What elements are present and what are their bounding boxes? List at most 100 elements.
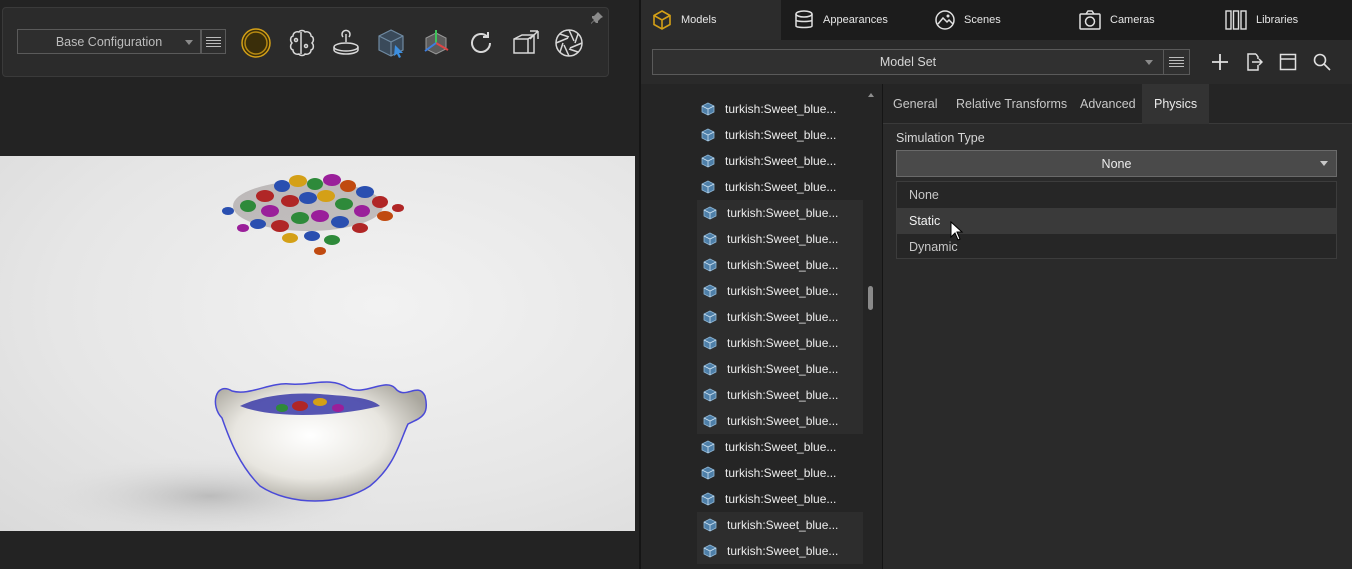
tab-label: Scenes (964, 14, 1001, 26)
chevron-down-icon (1320, 161, 1328, 166)
render-viewport[interactable] (0, 156, 635, 531)
tree-item-label: turkish:Sweet_blue... (725, 466, 837, 480)
tab-general[interactable]: General (893, 84, 937, 124)
tab-relative-transforms[interactable]: Relative Transforms (956, 84, 1067, 124)
tree-item-label: turkish:Sweet_blue... (727, 362, 839, 376)
tree-item[interactable]: turkish:Sweet_blue... (697, 122, 863, 148)
configuration-select-value: Base Configuration (55, 34, 163, 49)
rendered-scene (40, 174, 427, 531)
search-icon[interactable] (1312, 52, 1332, 72)
export-icon[interactable] (1244, 52, 1264, 72)
neural-render-icon[interactable] (284, 26, 318, 60)
mesh-node-icon (703, 388, 717, 402)
tree-item[interactable]: turkish:Sweet_blue... (697, 304, 863, 330)
tree-scrollbar-thumb[interactable] (868, 286, 873, 310)
tree-item-label: turkish:Sweet_blue... (725, 128, 837, 142)
tree-item-label: turkish:Sweet_blue... (727, 544, 839, 558)
tree-item[interactable]: turkish:Sweet_blue... (697, 226, 863, 252)
model-set-select-value: Model Set (879, 55, 937, 69)
tree-item[interactable]: turkish:Sweet_blue... (697, 330, 863, 356)
tree-item-label: turkish:Sweet_blue... (725, 440, 837, 454)
tree-item[interactable]: turkish:Sweet_blue... (697, 382, 863, 408)
tree-item-label: turkish:Sweet_blue... (725, 180, 837, 194)
simulation-type-select[interactable]: None (896, 150, 1337, 177)
tree-item-label: turkish:Sweet_blue... (727, 518, 839, 532)
tree-item[interactable]: turkish:Sweet_blue... (697, 148, 863, 174)
chevron-down-icon (1145, 60, 1153, 65)
tab-models[interactable]: Models (641, 0, 781, 40)
model-set-select[interactable]: Model Set (652, 49, 1164, 75)
tab-advanced[interactable]: Advanced (1080, 84, 1136, 124)
tab-label: Models (681, 14, 717, 26)
mesh-node-icon (701, 128, 715, 142)
tab-appearances[interactable]: Appearances (781, 0, 922, 40)
tree-item-label: turkish:Sweet_blue... (727, 232, 839, 246)
layout-icon[interactable] (1278, 52, 1298, 72)
tab-scenes[interactable]: Scenes (922, 0, 1064, 40)
tree-item[interactable]: turkish:Sweet_blue... (697, 174, 863, 200)
turntable-icon[interactable] (329, 26, 363, 60)
mesh-node-icon (703, 544, 717, 558)
tree-item-label: turkish:Sweet_blue... (727, 388, 839, 402)
mesh-node-icon (701, 440, 715, 454)
tab-label: General (893, 97, 938, 111)
camera-aperture-icon[interactable] (552, 26, 586, 60)
image-icon (935, 10, 955, 30)
configuration-select[interactable]: Base Configuration (17, 29, 201, 54)
simulation-type-value: None (1101, 156, 1132, 171)
tab-label: Advanced (1080, 97, 1136, 111)
tab-label: Physics (1154, 97, 1198, 111)
tree-item-label: turkish:Sweet_blue... (725, 154, 837, 168)
mesh-node-icon (701, 466, 715, 480)
tree-item[interactable]: turkish:Sweet_blue... (697, 486, 863, 512)
tree-item[interactable]: turkish:Sweet_blue... (697, 538, 863, 564)
model-set-menu-button[interactable] (1163, 49, 1190, 75)
mesh-node-icon (703, 206, 717, 220)
tree-item[interactable]: turkish:Sweet_blue... (697, 460, 863, 486)
tree-item-label: turkish:Sweet_blue... (725, 102, 837, 116)
mesh-node-icon (703, 232, 717, 246)
tree-item[interactable]: turkish:Sweet_blue... (697, 96, 863, 122)
tab-label: Appearances (823, 14, 888, 26)
mesh-node-icon (703, 258, 717, 272)
render-toolbar: Base Configuration (2, 7, 609, 77)
configuration-menu-button[interactable] (201, 29, 226, 54)
tree-item[interactable]: turkish:Sweet_blue... (697, 278, 863, 304)
tab-label: Cameras (1110, 14, 1155, 26)
option-none[interactable]: None (897, 182, 1336, 208)
properties-tab-bar: General Relative Transforms Advanced Phy… (883, 84, 1352, 124)
model-tree: turkish:Sweet_blue... turkish:Sweet_blue.… (641, 84, 882, 569)
scroll-up-arrow-icon[interactable] (868, 93, 874, 97)
mesh-node-icon (701, 180, 715, 194)
tree-item[interactable]: turkish:Sweet_blue... (697, 252, 863, 278)
pivot-cube-icon[interactable] (509, 26, 543, 60)
tree-item-label: turkish:Sweet_blue... (727, 206, 839, 220)
mesh-node-icon (703, 284, 717, 298)
tab-physics[interactable]: Physics (1142, 84, 1210, 124)
mesh-node-icon (701, 154, 715, 168)
simulation-type-label: Simulation Type (896, 131, 985, 145)
tree-item[interactable]: turkish:Sweet_blue... (697, 200, 863, 226)
refresh-icon[interactable] (464, 26, 498, 60)
mesh-node-icon (701, 492, 715, 506)
tree-item[interactable]: turkish:Sweet_blue... (697, 434, 863, 460)
mesh-node-icon (703, 414, 717, 428)
mesh-node-icon (703, 310, 717, 324)
tab-cameras[interactable]: Cameras (1064, 0, 1206, 40)
tree-item[interactable]: turkish:Sweet_blue... (697, 408, 863, 434)
tab-label: Libraries (1256, 14, 1299, 26)
mouse-cursor-icon (950, 221, 964, 241)
pin-icon[interactable] (590, 11, 604, 25)
mesh-node-icon (703, 362, 717, 376)
add-icon[interactable] (1210, 52, 1230, 72)
tab-libraries[interactable]: Libraries (1206, 0, 1352, 40)
cube-icon (653, 10, 671, 30)
tree-item[interactable]: turkish:Sweet_blue... (697, 356, 863, 382)
transform-gizmo-icon[interactable] (419, 26, 453, 60)
model-toolbar: Model Set (641, 40, 1352, 84)
environment-sphere-icon[interactable] (239, 26, 273, 60)
model-select-cube-icon[interactable] (374, 26, 408, 60)
tree-item[interactable]: turkish:Sweet_blue... (697, 512, 863, 538)
app-window: Base Configuration Models Appearances Sc… (0, 0, 1352, 569)
mesh-node-icon (703, 336, 717, 350)
